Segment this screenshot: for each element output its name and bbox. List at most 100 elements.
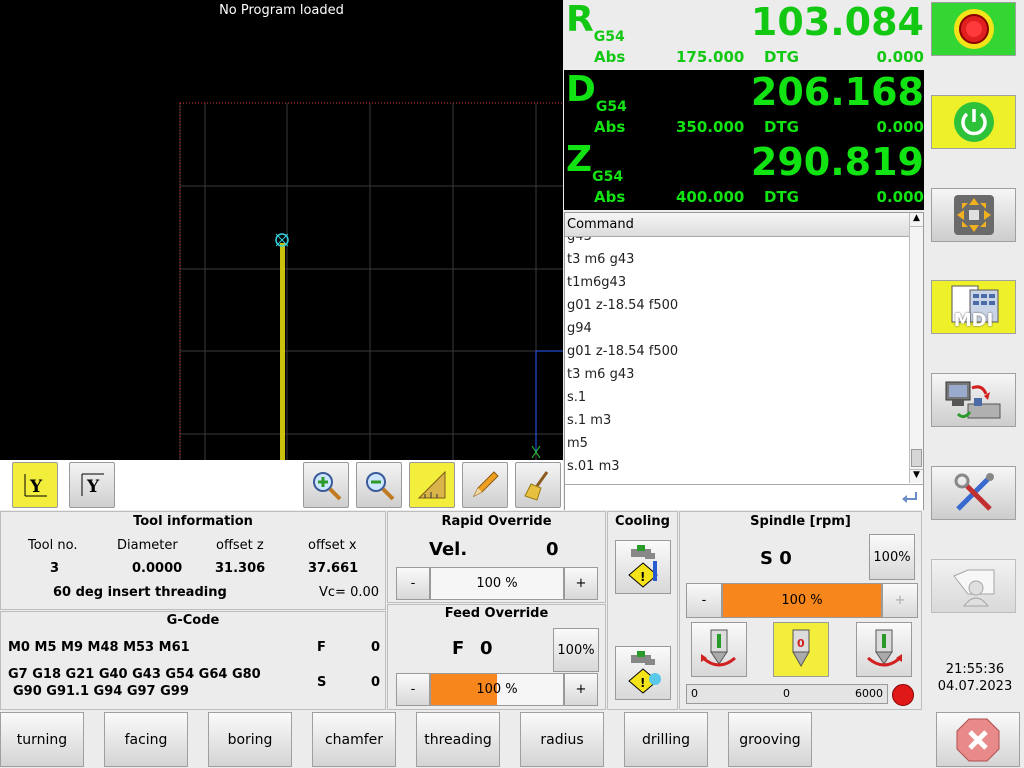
mdi-panel: Command g43 t3 m6 g43 t1m6g43 g01 z-18.5… xyxy=(564,212,924,510)
spindle-stop-icon: 0 xyxy=(792,629,810,667)
view-y-inverted-button[interactable]: Y xyxy=(69,462,115,508)
offset-z-value: 31.306 xyxy=(215,561,266,576)
tool-description: 60 deg insert threading xyxy=(53,585,227,600)
toolpath-preview[interactable]: No Program loaded xyxy=(0,0,563,460)
rapid-increase-button[interactable]: + xyxy=(564,567,598,600)
spindle-ccw-button[interactable] xyxy=(691,622,747,677)
active-gcodes-line1: G7 G18 G21 G40 G43 G54 G64 G80 xyxy=(8,667,261,682)
feed-override-bar[interactable]: 100 % xyxy=(430,673,564,706)
view-y-button[interactable]: Y xyxy=(12,462,58,508)
mdi-history-item[interactable]: g94 xyxy=(565,317,909,340)
active-mcodes: M0 M5 M9 M48 M53 M61 xyxy=(8,640,190,655)
pencil-icon xyxy=(472,471,499,498)
spindle-cw-button[interactable] xyxy=(856,622,912,677)
feed-override-percent: 100 % xyxy=(476,682,518,697)
program-load-button[interactable] xyxy=(931,373,1016,427)
mdi-history-item[interactable]: g43 xyxy=(565,237,909,248)
cycle-grooving-button[interactable]: grooving xyxy=(728,712,812,767)
emergency-stop-button[interactable] xyxy=(931,2,1016,56)
mdi-history-item[interactable]: s.01 m3 xyxy=(565,455,909,478)
svg-text:0: 0 xyxy=(797,637,805,650)
spindle-increase-button[interactable]: + xyxy=(882,583,918,618)
rapid-decrease-button[interactable]: - xyxy=(396,567,430,600)
axis-coord-system: G54 xyxy=(595,99,627,115)
spindle-title: Spindle [rpm] xyxy=(750,514,851,529)
cycle-boring-button[interactable]: boring xyxy=(208,712,292,767)
offset-x-header: offset x xyxy=(308,538,357,553)
mdi-history-item[interactable]: g01 z-18.54 f500 xyxy=(565,294,909,317)
spindle-status-led xyxy=(892,684,914,706)
spindle-reset-button[interactable]: 100% xyxy=(869,534,915,580)
manual-jog-button[interactable] xyxy=(931,188,1016,242)
dtg-label: DTG xyxy=(764,188,799,206)
close-icon xyxy=(956,718,1000,761)
scroll-down-arrow-icon[interactable]: ▼ xyxy=(910,469,923,483)
axis-value: 290.819 xyxy=(750,140,924,184)
rapid-override-bar[interactable]: 100 % xyxy=(430,567,564,600)
active-gcodes-line2: G90 G91.1 G94 G97 G99 xyxy=(13,684,189,699)
rapid-override-percent: 100 % xyxy=(476,576,518,591)
feed-label: F xyxy=(317,640,326,655)
exit-button[interactable] xyxy=(936,712,1020,767)
mdi-history-list[interactable]: g43 t3 m6 g43 t1m6g43 g01 z-18.54 f500 g… xyxy=(565,237,909,483)
mdi-scrollbar[interactable]: ▲ ▼ xyxy=(909,213,923,483)
feed-override-panel: Feed Override F 0 100% - 100 % + xyxy=(387,604,606,710)
spindle-override-bar[interactable]: 100 % xyxy=(722,583,882,618)
clock-time: 21:55:36 xyxy=(945,662,1005,677)
axis-value: 206.168 xyxy=(750,70,924,114)
mdi-history-item[interactable]: t3 m6 g43 xyxy=(565,248,909,271)
user-icon xyxy=(952,569,994,607)
spindle-stop-button[interactable]: 0 xyxy=(773,622,829,677)
mdi-history-item[interactable]: s.1 xyxy=(565,386,909,409)
axis-letter: R xyxy=(566,0,594,40)
edit-button[interactable] xyxy=(462,462,508,508)
mdi-history-item[interactable]: m5 xyxy=(565,432,909,455)
cycle-drilling-button[interactable]: drilling xyxy=(624,712,708,767)
feed-reset-button[interactable]: 100% xyxy=(553,628,599,672)
mdi-command-input[interactable] xyxy=(565,484,923,510)
gcode-title: G-Code xyxy=(166,613,220,628)
machine-power-button[interactable] xyxy=(931,95,1016,149)
spindle-decrease-button[interactable]: - xyxy=(686,583,722,618)
mdi-history-item[interactable]: s.1 m3 xyxy=(565,409,909,432)
coolant-mist-button[interactable]: ! xyxy=(615,646,671,700)
dro-z-axis: ZG54 290.819 Abs 400.000 DTG 0.000 xyxy=(564,140,924,210)
clear-preview-button[interactable] xyxy=(515,462,561,508)
dro-r-axis: RG54 103.084 Abs 175.000 DTG 0.000 xyxy=(564,0,924,70)
power-icon xyxy=(953,102,994,142)
enter-icon[interactable] xyxy=(901,491,919,505)
tools-icon xyxy=(954,473,994,511)
zoom-out-button[interactable] xyxy=(356,462,402,508)
feed-increase-button[interactable]: + xyxy=(564,673,598,706)
zoom-in-button[interactable] xyxy=(303,462,349,508)
spindle-cw-icon xyxy=(867,629,902,666)
cycle-facing-button[interactable]: facing xyxy=(104,712,188,767)
axis-value: 103.084 xyxy=(750,0,924,44)
axis-y-icon: Y xyxy=(24,474,47,497)
feed-override-title: Feed Override xyxy=(444,606,549,621)
user-login-button[interactable] xyxy=(931,559,1016,613)
cycle-chamfer-button[interactable]: chamfer xyxy=(312,712,396,767)
diameter-header: Diameter xyxy=(117,538,178,553)
mdi-history-item[interactable]: t1m6g43 xyxy=(565,271,909,294)
mdi-history-item[interactable]: t3 m6 g43 xyxy=(565,363,909,386)
speed-value: 0 xyxy=(371,675,381,690)
tool-info-title: Tool information xyxy=(133,514,253,529)
cycle-threading-button[interactable]: threading xyxy=(416,712,500,767)
abs-value: 175.000 xyxy=(676,48,745,66)
mdi-mode-button[interactable]: MDI xyxy=(931,280,1016,334)
cycle-turning-button[interactable]: turning xyxy=(0,712,84,767)
mdi-history-item[interactable]: g01 z-18.54 f500 xyxy=(565,340,909,363)
mdi-column-header[interactable]: Command xyxy=(565,213,909,237)
scroll-up-arrow-icon[interactable]: ▲ xyxy=(910,213,923,227)
coolant-mist-icon: ! xyxy=(628,651,661,694)
measure-button[interactable] xyxy=(409,462,455,508)
coolant-tap-icon: ! xyxy=(628,545,658,588)
feed-value: 0 xyxy=(371,640,381,655)
cycle-radius-button[interactable]: radius xyxy=(520,712,604,767)
settings-tools-button[interactable] xyxy=(931,466,1016,520)
cooling-title: Cooling xyxy=(615,514,670,529)
coolant-flood-button[interactable]: ! xyxy=(615,540,671,594)
scroll-thumb[interactable] xyxy=(911,449,922,467)
feed-decrease-button[interactable]: - xyxy=(396,673,430,706)
